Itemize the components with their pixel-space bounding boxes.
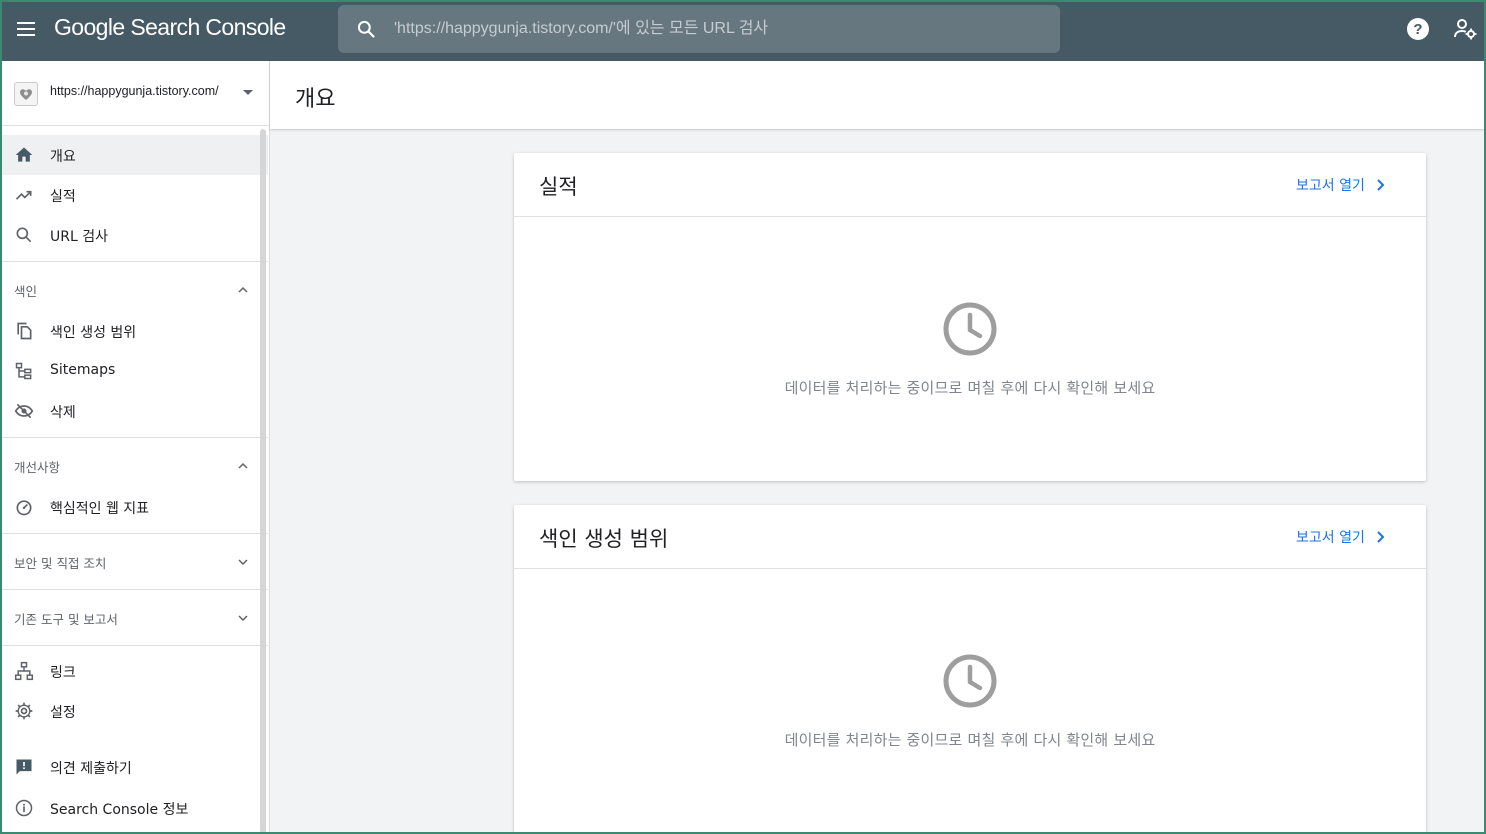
app-logo: Google Search Console <box>54 14 286 40</box>
card-header: 색인 생성 범위 보고서 열기 <box>514 505 1426 569</box>
performance-card: 실적 보고서 열기 데이터를 처리하는 중이므로 며칠 후에 다시 확인해 보세… <box>514 153 1426 481</box>
nav-label: Sitemaps <box>50 362 116 378</box>
divider <box>0 645 268 646</box>
section-title: 보안 및 직접 조치 <box>14 556 107 571</box>
search-icon <box>357 20 375 38</box>
card-title: 색인 생성 범위 <box>539 527 669 551</box>
chevron-right-icon <box>1377 531 1385 543</box>
section-security-header[interactable]: 보안 및 직접 조치 <box>0 539 268 583</box>
home-icon <box>15 147 33 162</box>
chevron-down-icon <box>238 615 248 622</box>
nav-label: 개요 <box>50 149 76 165</box>
dropdown-caret-icon <box>243 90 253 95</box>
nav-item-feedback[interactable]: 의견 제출하기 <box>0 747 268 787</box>
feedback-icon <box>16 759 32 775</box>
nav-label: 설정 <box>50 705 76 721</box>
speed-gauge-icon <box>16 500 32 516</box>
nav-item-settings[interactable]: 설정 <box>0 691 268 731</box>
open-report-label: 보고서 열기 <box>1296 178 1365 194</box>
nav-label: URL 검사 <box>50 229 108 245</box>
section-legacy-tools-header[interactable]: 기존 도구 및 보고서 <box>0 595 268 639</box>
nav-label: 실적 <box>50 189 76 205</box>
nav-label: 핵심적인 웹 지표 <box>50 501 150 517</box>
divider <box>0 589 268 590</box>
nav-item-removals[interactable]: 삭제 <box>0 391 268 431</box>
eye-off-icon <box>14 403 34 419</box>
sidebar: https://happygunja.tistory.com/ 개요 실적 UR… <box>0 61 270 834</box>
links-icon <box>14 661 34 681</box>
sidebar-scrollbar[interactable] <box>260 129 266 834</box>
chevron-up-icon <box>238 286 248 293</box>
nav-label: 색인 생성 범위 <box>50 325 137 341</box>
page-title: 개요 <box>295 87 336 112</box>
nav-item-sitemaps[interactable]: Sitemaps <box>0 351 268 391</box>
nav-item-url-inspection[interactable]: URL 검사 <box>0 215 268 255</box>
app-header: Google Search Console ? <box>0 0 1486 61</box>
card-title: 실적 <box>539 175 578 199</box>
section-title: 개선사항 <box>14 460 61 475</box>
help-icon[interactable]: ? <box>1406 17 1430 41</box>
search-input[interactable] <box>394 5 1044 53</box>
section-title: 색인 <box>14 284 38 299</box>
svg-text:?: ? <box>1413 21 1422 38</box>
processing-message: 데이터를 처리하는 중이므로 며칠 후에 다시 확인해 보세요 <box>784 379 1156 397</box>
chevron-up-icon <box>238 462 248 469</box>
divider <box>0 261 268 262</box>
property-url: https://happygunja.tistory.com/ <box>50 84 219 98</box>
nav-item-performance[interactable]: 실적 <box>0 175 268 215</box>
section-enhancements-header[interactable]: 개선사항 <box>0 443 268 487</box>
nav-item-core-web-vitals[interactable]: 핵심적인 웹 지표 <box>0 487 268 527</box>
url-inspection-search[interactable] <box>338 5 1060 53</box>
open-report-label: 보고서 열기 <box>1296 530 1365 546</box>
nav-item-links[interactable]: 링크 <box>0 651 268 691</box>
divider <box>0 437 268 438</box>
account-settings-icon[interactable] <box>1453 17 1477 41</box>
nav-label: 링크 <box>50 665 76 681</box>
processing-message: 데이터를 처리하는 중이므로 며칠 후에 다시 확인해 보세요 <box>784 731 1156 749</box>
property-favicon-icon <box>14 82 38 106</box>
divider <box>0 533 268 534</box>
clock-icon <box>943 302 997 356</box>
card-header: 실적 보고서 열기 <box>514 153 1426 217</box>
nav-label: 삭제 <box>50 405 76 421</box>
open-report-link[interactable]: 보고서 열기 <box>1296 527 1387 547</box>
hamburger-menu-icon[interactable] <box>14 17 38 41</box>
sitemap-icon <box>15 362 32 380</box>
nav-item-about[interactable]: Search Console 정보 <box>0 788 268 828</box>
open-report-link[interactable]: 보고서 열기 <box>1296 175 1387 195</box>
nav-item-overview[interactable]: 개요 <box>0 135 268 175</box>
settings-icon <box>15 702 33 720</box>
info-icon <box>15 799 33 817</box>
index-coverage-card: 색인 생성 범위 보고서 열기 데이터를 처리하는 중이므로 며칠 후에 다시 … <box>514 505 1426 834</box>
nav-label: 의견 제출하기 <box>50 761 132 777</box>
section-title: 기존 도구 및 보고서 <box>14 612 118 627</box>
clock-icon <box>943 654 997 708</box>
search-icon <box>16 227 32 243</box>
chevron-right-icon <box>1377 179 1385 191</box>
copy-icon <box>17 322 32 340</box>
chevron-down-icon <box>238 559 248 566</box>
property-selector[interactable]: https://happygunja.tistory.com/ <box>0 61 270 126</box>
page-header: 개요 <box>270 61 1484 129</box>
nav-item-index-coverage[interactable]: 색인 생성 범위 <box>0 311 268 351</box>
section-index-header[interactable]: 색인 <box>0 267 268 311</box>
trending-up-icon <box>15 190 32 200</box>
nav-label: Search Console 정보 <box>50 802 189 818</box>
